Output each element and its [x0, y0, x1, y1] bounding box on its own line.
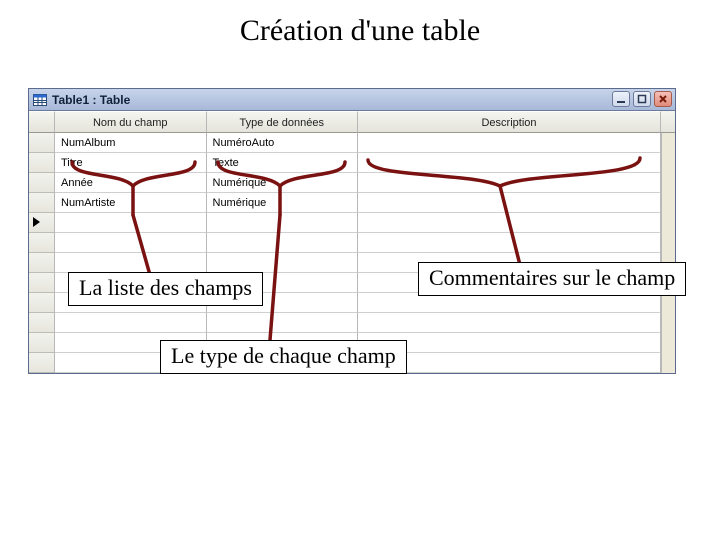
- col-header-description[interactable]: Description: [358, 111, 661, 133]
- field-name-cell[interactable]: [55, 233, 207, 253]
- description-cell[interactable]: [358, 153, 661, 173]
- data-type-cell[interactable]: [207, 253, 359, 273]
- description-cell[interactable]: [358, 213, 661, 233]
- scrollbar-gutter[interactable]: [661, 313, 675, 333]
- current-row-indicator-icon: [33, 217, 40, 227]
- scrollbar-gutter[interactable]: [661, 233, 675, 253]
- description-cell[interactable]: [358, 193, 661, 213]
- minimize-button[interactable]: [612, 91, 630, 107]
- description-cell[interactable]: [358, 173, 661, 193]
- window-title: Table1 : Table: [52, 93, 130, 107]
- data-type-cell[interactable]: Numérique: [207, 173, 359, 193]
- field-name-cell[interactable]: [55, 313, 207, 333]
- row-selector[interactable]: [29, 153, 55, 173]
- row-selector[interactable]: [29, 333, 55, 353]
- row-selector[interactable]: [29, 133, 55, 153]
- table-designer-window: Table1 : Table Nom du champ Type de donn…: [28, 88, 676, 374]
- row-selector[interactable]: [29, 273, 55, 293]
- scrollbar-gutter[interactable]: [661, 193, 675, 213]
- col-header-data-type[interactable]: Type de données: [207, 111, 359, 133]
- description-cell[interactable]: [358, 313, 661, 333]
- row-selector[interactable]: [29, 313, 55, 333]
- close-button[interactable]: [654, 91, 672, 107]
- slide-title: Création d'une table: [0, 14, 720, 48]
- row-selector-current[interactable]: [29, 213, 55, 233]
- description-cell[interactable]: [358, 233, 661, 253]
- field-name-cell[interactable]: NumArtiste: [55, 193, 207, 213]
- data-type-cell[interactable]: [207, 233, 359, 253]
- callout-type-each: Le type de chaque champ: [160, 340, 407, 374]
- row-selector[interactable]: [29, 353, 55, 373]
- row-selector-header: [29, 111, 55, 133]
- row-selector[interactable]: [29, 193, 55, 213]
- data-type-cell[interactable]: [207, 313, 359, 333]
- col-header-field-name[interactable]: Nom du champ: [55, 111, 207, 133]
- data-type-cell[interactable]: NuméroAuto: [207, 133, 359, 153]
- scrollbar-gutter[interactable]: [661, 333, 675, 353]
- scrollbar-header: [661, 111, 675, 133]
- data-type-cell[interactable]: [207, 213, 359, 233]
- scrollbar-gutter[interactable]: [661, 213, 675, 233]
- callout-fields-list: La liste des champs: [68, 272, 263, 306]
- field-name-cell[interactable]: NumAlbum: [55, 133, 207, 153]
- data-type-cell[interactable]: Numérique: [207, 193, 359, 213]
- scrollbar-gutter[interactable]: [661, 133, 675, 153]
- window-controls: [612, 91, 672, 107]
- data-type-cell[interactable]: Texte: [207, 153, 359, 173]
- field-name-cell[interactable]: Titre: [55, 153, 207, 173]
- window-titlebar: Table1 : Table: [29, 89, 675, 111]
- field-name-cell[interactable]: [55, 213, 207, 233]
- maximize-button[interactable]: [633, 91, 651, 107]
- table-icon: [33, 93, 47, 107]
- field-name-cell[interactable]: [55, 253, 207, 273]
- scrollbar-gutter[interactable]: [661, 153, 675, 173]
- field-name-cell[interactable]: Année: [55, 173, 207, 193]
- row-selector[interactable]: [29, 173, 55, 193]
- row-selector[interactable]: [29, 253, 55, 273]
- description-cell[interactable]: [358, 133, 661, 153]
- row-selector[interactable]: [29, 233, 55, 253]
- callout-comments: Commentaires sur le champ: [418, 262, 686, 296]
- scrollbar-gutter[interactable]: [661, 173, 675, 193]
- scrollbar-gutter[interactable]: [661, 353, 675, 373]
- row-selector[interactable]: [29, 293, 55, 313]
- design-grid: Nom du champ Type de données Description…: [29, 111, 675, 373]
